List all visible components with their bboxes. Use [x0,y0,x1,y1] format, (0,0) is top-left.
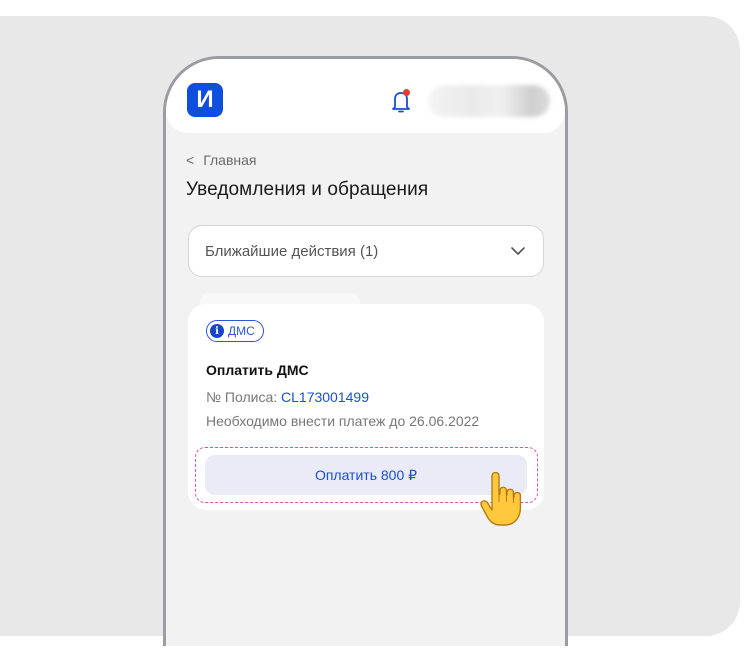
chevron-left-icon: < [186,152,195,168]
policy-number-link[interactable]: CL173001499 [281,389,369,405]
chevron-down-icon [511,246,525,255]
phone-frame: И < Главная Уведомления и обращения Ближ… [163,56,568,646]
dropdown-selected-value: Ближайшие действия (1) [205,242,379,260]
bell-icon[interactable] [391,88,411,114]
policy-label: № Полиса: [206,389,282,405]
category-badge: i ДМС [206,320,264,342]
card-title: Оплатить ДМС [206,362,309,378]
page-title: Уведомления и обращения [186,179,429,200]
policy-line: № Полиса: CL173001499 [206,389,369,405]
user-profile-blurred[interactable] [428,85,550,117]
app-logo[interactable]: И [187,83,223,117]
breadcrumb[interactable]: < Главная [186,152,256,168]
info-icon: i [210,324,224,338]
badge-label: ДМС [228,324,255,338]
actions-filter-dropdown[interactable]: Ближайшие действия (1) [188,225,544,277]
notification-dot [403,89,410,96]
breadcrumb-label: Главная [203,152,257,168]
top-bar: И [166,59,565,133]
pointing-hand-icon [480,472,522,526]
due-date-text: Необходимо внести платеж до 26.06.2022 [206,413,480,429]
